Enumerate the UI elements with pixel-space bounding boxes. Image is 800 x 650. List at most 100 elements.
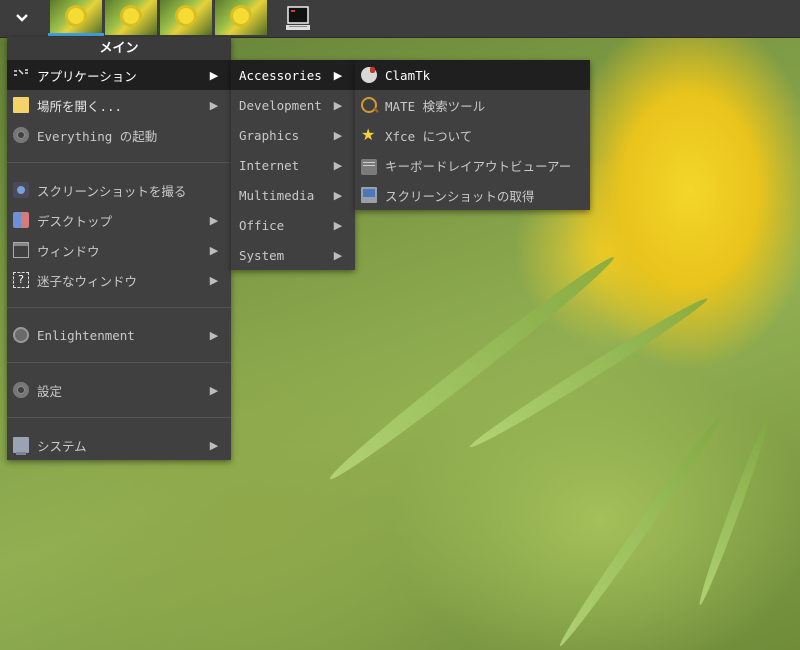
wallpaper-leaf [466,292,712,453]
submenu-arrow-icon: ▶ [333,158,343,172]
menu-item-label: 場所を開く... [37,98,123,114]
menu-item-label: 設定 [37,383,63,399]
app-item-mate-search-tool[interactable]: MATE 検索ツール [355,90,590,120]
wallpaper-leaf [555,413,726,650]
camera-icon [13,182,29,198]
folder-icon [13,97,29,113]
menu-separator [7,417,231,418]
app-item-keyboard-layout-viewer[interactable]: キーボードレイアウトビューアー [355,150,590,180]
menu-item-open-places[interactable]: 場所を開く... ▶ [7,90,231,120]
menu-item-label: 迷子なウィンドウ [37,273,138,289]
taskbar-task[interactable] [215,0,267,35]
submenu-arrow-icon: ▶ [209,273,219,287]
menu-item-label: スクリーンショットの取得 [385,188,535,204]
submenu-arrow-icon: ▶ [333,128,343,142]
menu-item-label: Graphics [239,127,300,143]
menu-item-label: Office [239,217,285,233]
menu-item-label: Development [239,97,322,113]
keyboard-icon [361,158,377,175]
menu-item-label: アプリケーション [37,68,137,84]
taskbar-task[interactable] [50,0,102,35]
flower-wallpaper-thumbnail [123,8,139,24]
main-menu-title: メイン [7,37,231,61]
submenu-arrow-icon: ▶ [209,213,219,227]
screenshot-icon [361,187,377,203]
wallpaper-leaf [324,250,620,487]
enlightenment-icon [13,327,29,343]
menu-item-label: キーボードレイアウトビューアー [385,158,572,174]
submenu-item-multimedia[interactable]: Multimedia ▶ [231,180,355,210]
menu-item-label: Xfce について [385,128,473,144]
lost-window-icon: ? [13,272,29,288]
app-item-screenshot[interactable]: スクリーンショットの取得 [355,180,590,210]
window-icon [13,242,29,258]
submenu-item-accessories[interactable]: Accessories ▶ [231,60,355,90]
menu-item-label: Multimedia [239,187,315,203]
submenu-arrow-icon: ▶ [333,248,343,262]
menu-item-label: システム [37,438,87,454]
main-menu: メイン アプリケーション ▶ 場所を開く... ▶ Everything の起動… [7,37,231,460]
star-icon: ★ [361,125,376,144]
terminal-launcher[interactable] [286,5,310,31]
submenu-arrow-icon: ▶ [209,243,219,257]
submenu-arrow-icon: ▶ [209,328,219,342]
chevron-down-icon [16,14,28,22]
menu-item-applications[interactable]: アプリケーション ▶ [7,60,231,90]
menu-item-everything-launcher[interactable]: Everything の起動 [7,120,231,150]
menu-item-take-screenshot[interactable]: スクリーンショットを撮る [7,175,231,205]
menu-item-label: Everything の起動 [37,128,158,144]
submenu-arrow-icon: ▶ [209,68,219,82]
submenu-item-system[interactable]: System ▶ [231,240,355,270]
menu-item-label: MATE 検索ツール [385,98,486,114]
clamtk-icon [361,67,377,83]
app-item-about-xfce[interactable]: ★ Xfce について [355,120,590,150]
applications-icon [13,67,29,83]
system-icon [13,437,29,455]
desktop-icon [13,212,29,228]
settings-gear-icon [13,382,29,398]
menu-item-label: Internet [239,157,300,173]
submenu-arrow-icon: ▶ [333,98,343,112]
flower-wallpaper-thumbnail [178,8,194,24]
magnifier-icon [361,97,377,113]
menu-item-windows[interactable]: ウィンドウ ▶ [7,235,231,265]
taskbar-task[interactable] [105,0,157,35]
submenu-arrow-icon: ▶ [209,98,219,112]
submenu-arrow-icon: ▶ [209,383,219,397]
menu-item-label: Enlightenment [37,327,135,343]
menu-item-label: ClamTk [385,67,431,83]
menu-item-settings[interactable]: 設定 ▶ [7,375,231,405]
menu-item-label: デスクトップ [37,213,113,229]
menu-item-label: スクリーンショットを撮る [37,183,187,199]
submenu-arrow-icon: ▶ [209,438,219,452]
menu-item-enlightenment[interactable]: Enlightenment ▶ [7,320,231,350]
submenu-arrow-icon: ▶ [333,188,343,202]
submenu-item-office[interactable]: Office ▶ [231,210,355,240]
terminal-icon [286,6,310,30]
menu-separator [7,307,231,308]
submenu-item-graphics[interactable]: Graphics ▶ [231,120,355,150]
wallpaper-leaf [695,415,774,607]
menu-item-system[interactable]: システム ▶ [7,430,231,460]
main-menu-button[interactable] [8,4,36,32]
menu-separator [7,362,231,363]
menu-separator [7,162,231,163]
submenu-arrow-icon: ▶ [333,218,343,232]
flower-wallpaper-thumbnail [233,8,249,24]
flower-wallpaper-thumbnail [68,8,84,24]
active-task-indicator [48,33,104,36]
taskbar-task[interactable] [160,0,212,35]
gear-icon [13,127,29,143]
accessories-submenu: ClamTk MATE 検索ツール ★ Xfce について キーボードレイアウト… [355,60,590,210]
menu-item-label: System [239,247,285,263]
submenu-item-internet[interactable]: Internet ▶ [231,150,355,180]
applications-submenu: Accessories ▶ Development ▶ Graphics ▶ I… [231,60,355,270]
submenu-item-development[interactable]: Development ▶ [231,90,355,120]
menu-item-label: ウィンドウ [37,243,100,259]
app-item-clamtk[interactable]: ClamTk [355,60,590,90]
submenu-arrow-icon: ▶ [333,68,343,82]
menu-item-desktop[interactable]: デスクトップ ▶ [7,205,231,235]
menu-item-label: Accessories [239,67,322,83]
menu-item-lost-windows[interactable]: ? 迷子なウィンドウ ▶ [7,265,231,295]
top-panel [0,0,800,38]
